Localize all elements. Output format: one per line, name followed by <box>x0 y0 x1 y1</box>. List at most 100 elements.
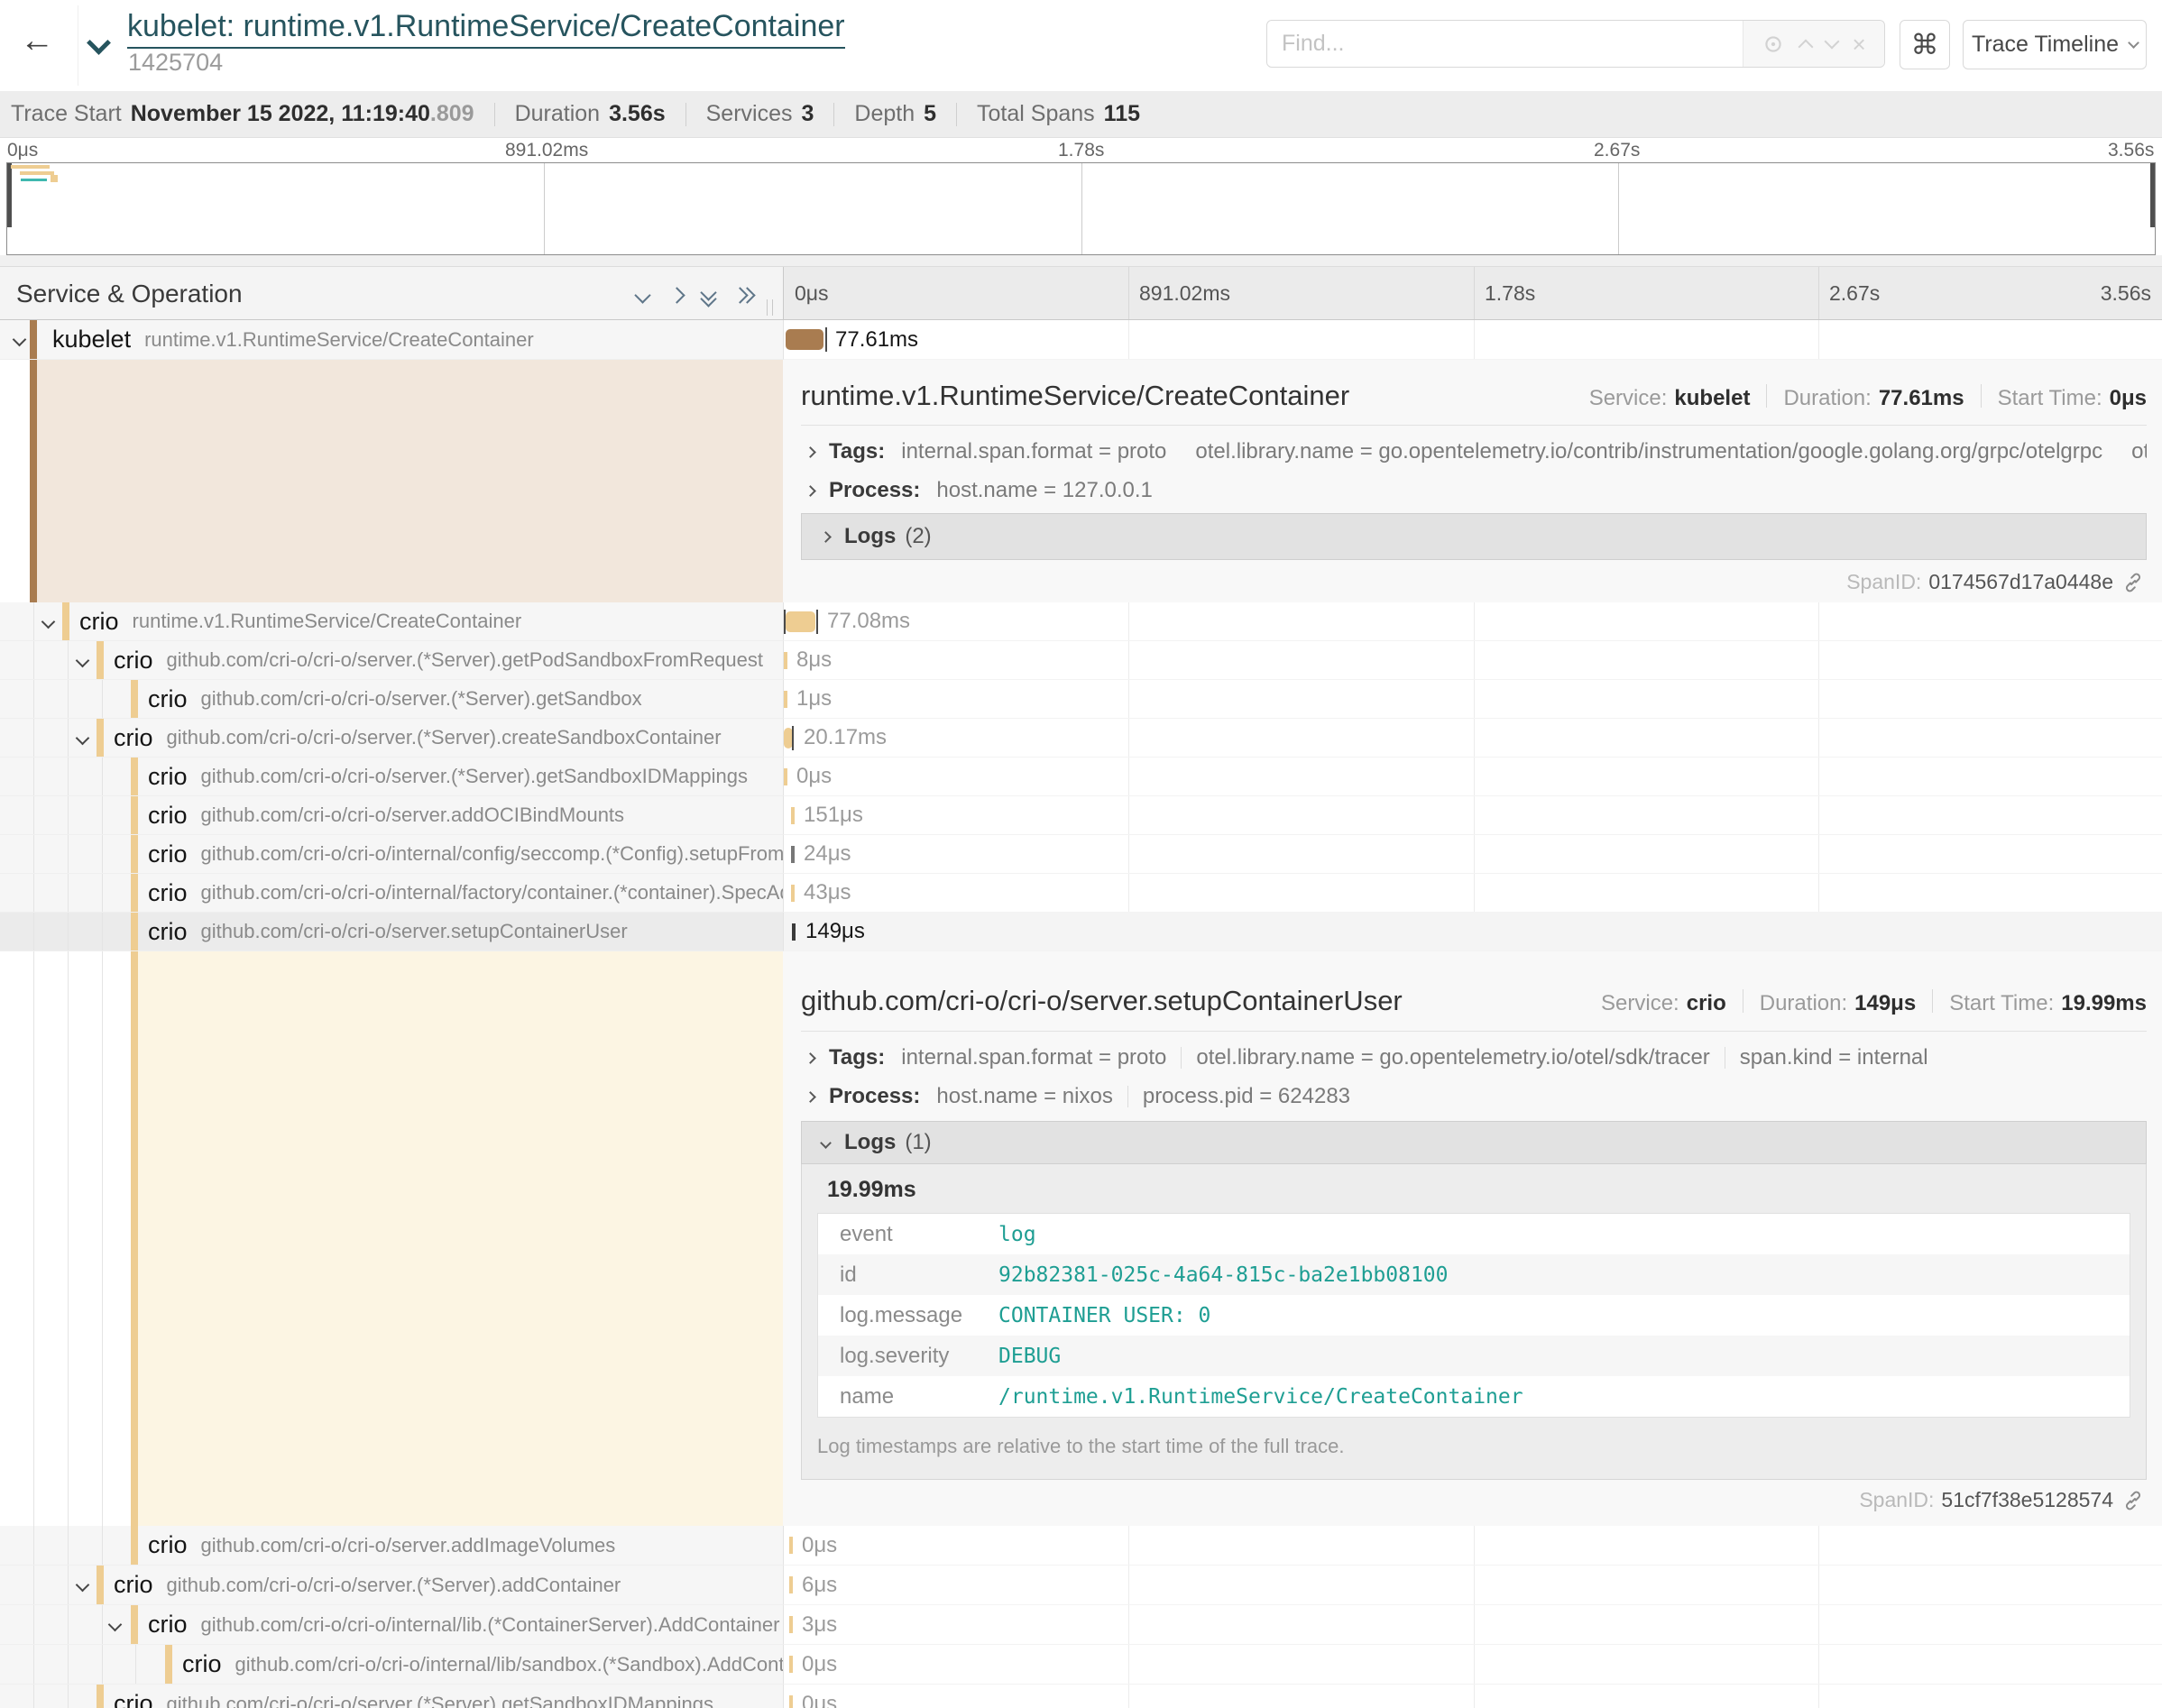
collapse-chevron-icon[interactable] <box>76 1578 90 1593</box>
span-timeline-cell[interactable]: 3μs <box>783 1605 2162 1645</box>
span-duration-bar[interactable] <box>789 1616 793 1633</box>
minimap-canvas[interactable] <box>6 162 2156 255</box>
span-timeline-cell[interactable]: 20.17ms <box>783 719 2162 758</box>
span-duration-bar[interactable] <box>784 652 787 669</box>
span-duration-bar[interactable] <box>791 846 795 863</box>
expand-one-icon[interactable] <box>671 289 683 306</box>
span-name-cell[interactable]: crio github.com/cri-o/cri-o/server.setup… <box>0 913 783 951</box>
span-name-cell[interactable]: crio github.com/cri-o/cri-o/server.(*Ser… <box>0 758 783 796</box>
span-duration-bar[interactable] <box>791 885 795 902</box>
focus-target-icon[interactable] <box>1762 32 1785 56</box>
span-row[interactable]: crio github.com/cri-o/cri-o/server.(*Ser… <box>0 641 2162 680</box>
span-timeline-cell[interactable]: 151μs <box>783 796 2162 835</box>
tag-item: internal.span.format = proto <box>901 439 1166 464</box>
span-timeline-cell[interactable]: 77.61ms <box>783 320 2162 360</box>
log-field-value: DEBUG <box>998 1345 1061 1368</box>
span-timeline-cell[interactable]: 0μs <box>783 1526 2162 1566</box>
span-timeline-cell[interactable]: 0μs <box>783 758 2162 796</box>
span-duration-bar[interactable] <box>789 1537 793 1554</box>
span-row[interactable]: crio github.com/cri-o/cri-o/server.(*Ser… <box>0 680 2162 719</box>
span-duration-bar[interactable] <box>784 691 787 708</box>
trace-header: ← kubelet: runtime.v1.RuntimeService/Cre… <box>0 0 2162 91</box>
span-timeline-cell[interactable]: 6μs <box>783 1566 2162 1605</box>
span-duration-bar[interactable] <box>784 768 787 785</box>
span-duration-bar[interactable] <box>789 1576 793 1593</box>
span-row[interactable]: crio github.com/cri-o/cri-o/internal/lib… <box>0 1645 2162 1685</box>
span-detail-kubelet: runtime.v1.RuntimeService/CreateContaine… <box>0 360 2162 602</box>
span-row[interactable]: kubelet runtime.v1.RuntimeService/Create… <box>0 320 2162 360</box>
span-duration-bar[interactable] <box>786 611 815 632</box>
span-duration-bar[interactable] <box>791 807 795 824</box>
logs-accordion[interactable]: Logs (1) <box>801 1121 2147 1164</box>
span-name-cell[interactable]: crio github.com/cri-o/cri-o/internal/lib… <box>0 1605 783 1645</box>
span-name-cell[interactable]: crio github.com/cri-o/cri-o/server.(*Ser… <box>0 641 783 680</box>
keyboard-shortcuts-button[interactable]: ⌘ <box>1900 20 1950 69</box>
collapse-one-icon[interactable] <box>637 289 649 306</box>
span-duration-bar[interactable] <box>792 923 796 941</box>
span-detail-crio: github.com/cri-o/cri-o/server.setupConta… <box>0 951 2162 1526</box>
find-next-icon[interactable] <box>1824 34 1839 50</box>
trace-collapse-chevron-icon[interactable] <box>87 31 111 55</box>
span-row[interactable]: crio github.com/cri-o/cri-o/server.(*Ser… <box>0 1566 2162 1605</box>
minimap-left-handle[interactable] <box>7 163 12 227</box>
tags-accordion[interactable]: Tags: internal.span.format = proto otel.… <box>801 437 2147 466</box>
minimap-right-handle[interactable] <box>2150 163 2155 227</box>
log-field-row: log.severityDEBUG <box>818 1336 2130 1376</box>
span-name-cell[interactable]: crio github.com/cri-o/cri-o/server.addOC… <box>0 796 783 835</box>
span-duration-bar[interactable] <box>789 1656 793 1673</box>
find-clear-icon[interactable]: × <box>1852 32 1865 56</box>
span-name-cell[interactable]: crio github.com/cri-o/cri-o/server.(*Ser… <box>0 1685 783 1708</box>
collapse-chevron-icon[interactable] <box>76 654 90 668</box>
span-row[interactable]: crio runtime.v1.RuntimeService/CreateCon… <box>0 602 2162 641</box>
span-timeline-cell[interactable]: 8μs <box>783 641 2162 680</box>
process-accordion[interactable]: Process: host.name = nixos process.pid =… <box>801 1082 2147 1111</box>
span-duration-bar[interactable] <box>786 329 823 350</box>
span-timeline-cell[interactable]: 24μs <box>783 835 2162 874</box>
span-name-cell[interactable]: crio github.com/cri-o/cri-o/internal/con… <box>0 835 783 874</box>
span-timeline-cell[interactable]: 1μs <box>783 680 2162 719</box>
column-resize-grip[interactable] <box>767 299 768 316</box>
span-row[interactable]: crio github.com/cri-o/cri-o/internal/con… <box>0 835 2162 874</box>
span-name-cell[interactable]: crio github.com/cri-o/cri-o/internal/fac… <box>0 874 783 913</box>
link-icon[interactable] <box>2122 1490 2144 1511</box>
minimap-tick: 891.02ms <box>505 140 588 161</box>
span-row-selected[interactable]: crio github.com/cri-o/cri-o/server.setup… <box>0 913 2162 951</box>
find-input[interactable] <box>1267 21 1743 67</box>
span-timeline-cell[interactable]: 77.08ms <box>783 602 2162 641</box>
log-entry-header[interactable]: 19.99ms <box>814 1177 916 1203</box>
span-timeline-cell[interactable]: 149μs <box>783 913 2162 951</box>
span-timeline-cell[interactable]: 0μs <box>783 1685 2162 1708</box>
span-row[interactable]: crio github.com/cri-o/cri-o/server.(*Ser… <box>0 758 2162 796</box>
process-accordion[interactable]: Process: host.name = 127.0.0.1 <box>801 476 2147 505</box>
logs-accordion[interactable]: Logs (2) <box>801 513 2147 560</box>
span-row[interactable]: crio github.com/cri-o/cri-o/server.addIm… <box>0 1526 2162 1566</box>
collapse-chevron-icon[interactable] <box>13 333 27 347</box>
span-name-cell[interactable]: crio runtime.v1.RuntimeService/CreateCon… <box>0 602 783 641</box>
span-row[interactable]: crio github.com/cri-o/cri-o/internal/fac… <box>0 874 2162 913</box>
service-name: crio <box>114 1571 153 1599</box>
span-name-cell[interactable]: kubelet runtime.v1.RuntimeService/Create… <box>0 320 783 360</box>
link-icon[interactable] <box>2122 572 2144 593</box>
tags-accordion[interactable]: Tags: internal.span.format = proto otel.… <box>801 1043 2147 1072</box>
trace-start-value: November 15 2022, 11:19:40 <box>131 101 430 127</box>
span-name-cell[interactable]: crio github.com/cri-o/cri-o/server.(*Ser… <box>0 719 783 758</box>
span-timeline-cell[interactable]: 43μs <box>783 874 2162 913</box>
trace-title-link[interactable]: kubelet: runtime.v1.RuntimeService/Creat… <box>127 9 845 49</box>
span-row[interactable]: crio github.com/cri-o/cri-o/server.(*Ser… <box>0 1685 2162 1708</box>
span-timeline-cell[interactable]: 0μs <box>783 1645 2162 1685</box>
span-name-cell[interactable]: crio github.com/cri-o/cri-o/server.(*Ser… <box>0 680 783 719</box>
span-row[interactable]: crio github.com/cri-o/cri-o/internal/lib… <box>0 1605 2162 1645</box>
span-duration-bar[interactable] <box>789 1695 793 1708</box>
view-type-dropdown[interactable]: Trace Timeline <box>1963 20 2147 69</box>
span-row[interactable]: crio github.com/cri-o/cri-o/server.(*Ser… <box>0 719 2162 758</box>
collapse-chevron-icon[interactable] <box>76 731 90 746</box>
span-row[interactable]: crio github.com/cri-o/cri-o/server.addOC… <box>0 796 2162 835</box>
collapse-chevron-icon[interactable] <box>41 615 56 629</box>
collapse-chevron-icon[interactable] <box>108 1618 123 1632</box>
span-name-cell[interactable]: crio github.com/cri-o/cri-o/internal/lib… <box>0 1645 783 1685</box>
span-name-cell[interactable]: crio github.com/cri-o/cri-o/server.addIm… <box>0 1526 783 1566</box>
span-name-cell[interactable]: crio github.com/cri-o/cri-o/server.(*Ser… <box>0 1566 783 1605</box>
column-resize-grip[interactable] <box>772 299 773 316</box>
back-button[interactable]: ← <box>20 23 54 58</box>
find-prev-icon[interactable] <box>1799 39 1814 54</box>
